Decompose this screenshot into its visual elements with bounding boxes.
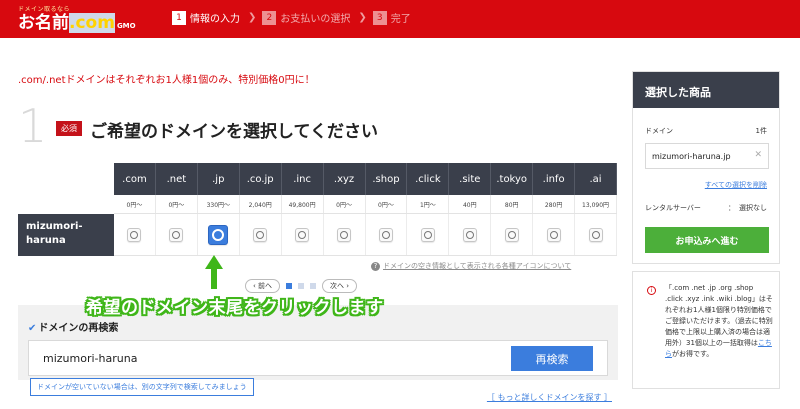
tld-header-cell: .inc: [281, 163, 324, 195]
page-dot[interactable]: [310, 283, 317, 289]
tld-radio[interactable]: [295, 227, 310, 242]
tld-radio[interactable]: [546, 227, 561, 242]
logo-tagline: ドメイン取るなら: [18, 6, 71, 13]
page-dot[interactable]: [286, 283, 293, 289]
research-title: ✔ ドメインの再検索: [28, 323, 119, 334]
prev-button[interactable]: ‹ 前へ: [245, 279, 281, 293]
tld-price-cell: 2,040円: [240, 195, 282, 213]
special-price-notice: .com/.netドメインはそれぞれお1人様1個のみ、特別価格0円に！: [18, 75, 315, 86]
tld-radio[interactable]: [588, 227, 603, 242]
tld-price-cell: 0円〜: [114, 195, 156, 213]
annotation-text: 希望のドメイン末尾をクリックします: [86, 298, 384, 318]
tld-header-cell: .com: [114, 163, 156, 195]
tld-header-cell: .info: [533, 163, 576, 195]
onamae-logo[interactable]: ドメイン取るなら お名前.com GMO: [18, 4, 136, 36]
tld-price-cell: 49,800円: [282, 195, 324, 213]
tld-header-row: .com .net .jp .co.jp .inc .xyz .shop .click .sit…: [114, 163, 617, 195]
research-button[interactable]: 再検索: [511, 346, 593, 371]
research-input[interactable]: mizumori-haruna 再検索: [28, 340, 608, 376]
info-text: 「.com .net .jp .org .shop .click .xyz .i…: [665, 284, 773, 358]
tld-header-cell: .ai: [575, 163, 617, 195]
tld-select-cell: [407, 214, 450, 255]
tld-select-cell: [533, 214, 576, 255]
tld-radio[interactable]: [462, 227, 477, 242]
tld-price-cell: 1円〜: [407, 195, 450, 213]
icon-help-link[interactable]: ? ドメインの空き情報として表示される各種アイコンについて: [371, 261, 571, 271]
research-input-value: mizumori-haruna: [43, 352, 138, 365]
step-2: 2 お支払いの選択 ❯: [262, 10, 367, 25]
step-1: 1 情報の入力 ❯: [172, 10, 256, 25]
tld-price-cell: 0円〜: [324, 195, 366, 213]
tld-header-cell: .co.jp: [239, 163, 282, 195]
research-tooltip: ドメインが空いていない場合は、別の文字列で検索してみましょう: [30, 378, 254, 396]
tld-pager: ‹ 前へ 次へ ›: [245, 279, 358, 293]
progress-steps: 1 情報の入力 ❯ 2 お支払いの選択 ❯ 3 完了: [172, 10, 411, 25]
tld-price-row: 0円〜 0円〜 330円〜 2,040円 49,800円 0円〜 0円〜 1円〜 40円 80円 2…: [114, 195, 617, 214]
tld-radio[interactable]: [208, 224, 229, 245]
selected-products-panel: 選択した商品 ドメイン 1件 mizumori-haruna.jp ✕ すべての…: [632, 71, 780, 264]
tld-select-cell: [324, 214, 366, 255]
tld-header-cell: .xyz: [323, 163, 366, 195]
rental-server-value: 選択なし: [739, 204, 767, 212]
tld-select-cell: [240, 214, 282, 255]
tld-select-cell: [575, 214, 617, 255]
tld-radio[interactable]: [504, 227, 519, 242]
tld-price-cell: 280円: [533, 195, 576, 213]
tld-header-cell: .tokyo: [491, 163, 534, 195]
info-icon: i: [647, 286, 656, 295]
clear-all-link[interactable]: すべての選択を削除: [705, 180, 767, 190]
tld-price-cell: 0円〜: [156, 195, 198, 213]
tld-header-cell: .click: [407, 163, 450, 195]
tld-price-cell: 13,090円: [575, 195, 617, 213]
rental-server-label: レンタルサーバー: [645, 204, 701, 212]
domain-row-label: mizumori-haruna: [18, 214, 114, 256]
tld-select-row: [114, 214, 617, 256]
tld-header-cell: .shop: [365, 163, 408, 195]
section-number: 1: [18, 99, 48, 153]
tld-price-cell: 0円〜: [366, 195, 408, 213]
side-title: 選択した商品: [633, 72, 779, 108]
section-title: ご希望のドメインを選択してください: [90, 122, 378, 142]
domain-count: 1件: [755, 127, 767, 135]
next-button[interactable]: 次へ ›: [322, 279, 358, 293]
proceed-order-button[interactable]: お申込みへ進む: [645, 227, 769, 253]
rental-colon: ：: [728, 204, 735, 212]
tld-select-cell: [282, 214, 324, 255]
annotation-arrow: [205, 255, 223, 289]
special-price-info: i 「.com .net .jp .org .shop .click .xyz …: [632, 271, 780, 389]
tld-radio[interactable]: [420, 227, 435, 242]
tld-select-cell: [449, 214, 492, 255]
selected-domain: mizumori-haruna.jp ✕: [645, 143, 769, 169]
tld-select-cell: [198, 214, 240, 255]
tld-price-cell: 330円〜: [198, 195, 240, 213]
tld-radio[interactable]: [127, 227, 142, 242]
tld-radio[interactable]: [337, 227, 352, 242]
remove-icon[interactable]: ✕: [754, 150, 762, 160]
tld-header-cell: .net: [155, 163, 198, 195]
tld-header-cell: .jp: [197, 163, 240, 195]
tld-header-cell: .site: [449, 163, 492, 195]
tld-price-cell: 80円: [491, 195, 534, 213]
required-badge: 必須: [56, 121, 82, 136]
tld-select-cell: [156, 214, 198, 255]
tld-radio[interactable]: [253, 227, 268, 242]
tld-radio[interactable]: [169, 227, 184, 242]
question-icon: ?: [371, 262, 380, 271]
logo-wordmark: お名前.com GMO: [18, 13, 136, 33]
top-header: ドメイン取るなら お名前.com GMO 1 情報の入力 ❯ 2 お支払いの選択 ❯ 3完…: [0, 0, 800, 38]
check-icon: ✔: [28, 323, 37, 334]
step-3: 3 完了: [372, 10, 411, 25]
page-dot[interactable]: [298, 283, 305, 289]
domain-label: ドメイン: [645, 127, 673, 135]
more-search-link[interactable]: ［ もっと詳しくドメインを探す ］: [487, 392, 612, 403]
tld-radio[interactable]: [378, 227, 393, 242]
tld-select-cell: [366, 214, 408, 255]
tld-select-cell: [114, 214, 156, 255]
tld-price-cell: 40円: [449, 195, 492, 213]
tld-select-cell: [491, 214, 534, 255]
